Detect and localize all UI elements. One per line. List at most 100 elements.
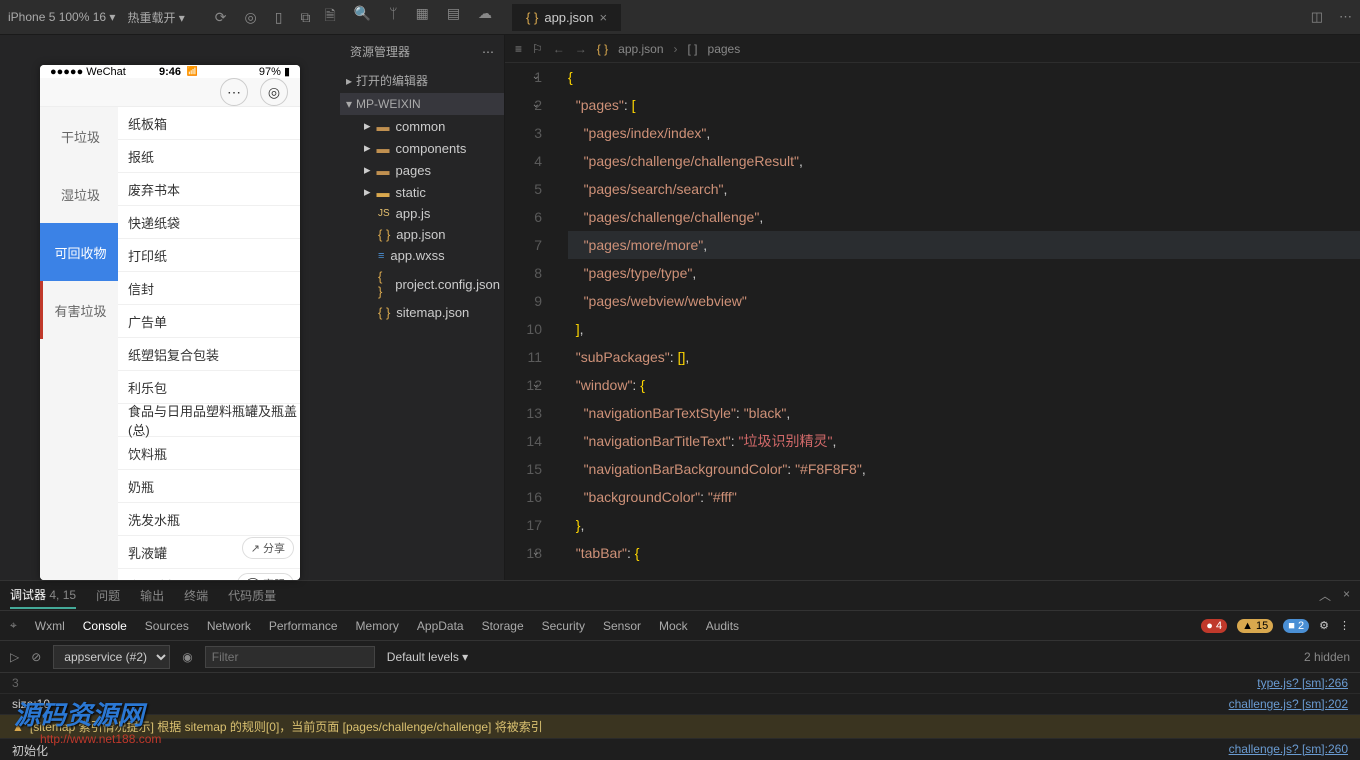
devtools-tab[interactable]: Wxml [35, 619, 65, 633]
device-selector[interactable]: iPhone 5 100% 16 ▾ [8, 10, 115, 24]
clear-icon[interactable]: ⊘ [31, 650, 41, 664]
editor-tab[interactable]: { } app.json × [512, 4, 622, 31]
list-item[interactable]: 食品与日用品塑料瓶罐及瓶盖(总) [118, 404, 300, 437]
debug-panel: 调试器 4, 15 问题 输出 终端 代码质量 ︿ × ⌖ Wxml Conso… [0, 580, 1360, 760]
bookmark-icon[interactable]: ⚐ [532, 42, 543, 56]
refresh-icon[interactable]: ⟳ [215, 9, 227, 26]
watermark-url: http://www.net188.com [40, 732, 161, 746]
devtools-tab[interactable]: Memory [356, 619, 399, 633]
error-badge[interactable]: ● 4 [1201, 619, 1227, 633]
capsule-close-icon[interactable]: ◎ [260, 78, 288, 106]
list-item[interactable]: 报纸 [118, 140, 300, 173]
folder-item[interactable]: ▸ ▬ common [344, 115, 504, 137]
inspect-icon[interactable]: ⌖ [10, 618, 17, 633]
devtools-tab[interactable]: Performance [269, 619, 338, 633]
cloud-icon[interactable]: ☁ [478, 5, 492, 29]
capsule-menu-icon[interactable]: ⋯ [220, 78, 248, 106]
file-item[interactable]: { } project.config.json [344, 266, 504, 302]
panel-icon[interactable]: ▤ [447, 5, 460, 29]
layout-icon[interactable]: ◫ [1311, 9, 1323, 25]
item-list[interactable]: 纸板箱 报纸 废弃书本 快递纸袋 打印纸 信封 广告单 纸塑铝复合包装 利乐包 … [118, 107, 300, 580]
debug-tab-terminal[interactable]: 终端 [184, 583, 208, 608]
debug-tab-output[interactable]: 输出 [140, 583, 164, 608]
eye-icon[interactable]: ◉ [182, 650, 192, 664]
list-item[interactable]: 废弃书本 [118, 173, 300, 206]
file-item[interactable]: ≡ app.wxss [344, 245, 504, 266]
json-icon: { } [378, 227, 390, 242]
file-explorer: 资源管理器 ⋯ ▸ 打开的编辑器 ▾ MP-WEIXIN ▸ ▬ common … [340, 35, 505, 580]
folder-item[interactable]: ▸ ▬ components [344, 137, 504, 159]
chevron-up-icon[interactable]: ︿ [1319, 587, 1331, 604]
debug-tab-problems[interactable]: 问题 [96, 583, 120, 608]
info-badge[interactable]: ■ 2 [1283, 619, 1309, 633]
json-icon: { } [597, 42, 608, 56]
js-icon: JS [378, 208, 390, 219]
more-icon[interactable]: ⋮ [1339, 619, 1350, 632]
file-item[interactable]: { } app.json [344, 224, 504, 245]
list-item[interactable]: 快递纸袋 [118, 206, 300, 239]
devtools-tab[interactable]: AppData [417, 619, 464, 633]
workspace-section[interactable]: ▾ MP-WEIXIN [340, 93, 504, 115]
file-item[interactable]: { } sitemap.json [344, 302, 504, 323]
list-item[interactable]: 纸塑铝复合包装 [118, 338, 300, 371]
category-item-active[interactable]: 可回收物 [40, 223, 118, 281]
folder-icon: ▬ [377, 119, 390, 134]
target-icon[interactable]: ◎ [245, 9, 257, 26]
connection-toggle[interactable]: 热重载开 ▾ [127, 9, 184, 26]
code-editor: ≡ ⚐ ← → { } app.json › [ ] pages 1⌄2⌄345… [505, 35, 1360, 580]
forward-icon[interactable]: → [575, 42, 587, 56]
folder-item[interactable]: ▸ ▬ static [344, 181, 504, 203]
devtools-tab[interactable]: Network [207, 619, 251, 633]
more-icon[interactable]: ⋯ [1339, 9, 1352, 25]
debug-tab-debugger[interactable]: 调试器 4, 15 [10, 582, 76, 609]
list-item[interactable]: 广告单 [118, 305, 300, 338]
context-selector[interactable]: appservice (#2) [53, 645, 170, 669]
close-icon[interactable]: × [600, 10, 608, 25]
devtools-tab[interactable]: Sources [145, 619, 189, 633]
grid-icon[interactable]: ▦ [416, 5, 429, 29]
share-float-button[interactable]: ↗ 分享 [242, 537, 294, 559]
list-item[interactable]: 洗发水瓶 [118, 503, 300, 536]
list-item[interactable]: 信封 [118, 272, 300, 305]
breadcrumb-file[interactable]: app.json [618, 42, 663, 56]
devtools-tab[interactable]: Mock [659, 619, 688, 633]
file-item[interactable]: JS app.js [344, 203, 504, 224]
device-icon[interactable]: ▯ [275, 9, 283, 26]
devtools-tab[interactable]: Sensor [603, 619, 641, 633]
list-item[interactable]: 利乐包 [118, 371, 300, 404]
list-item[interactable]: 奶瓶 [118, 470, 300, 503]
console-output[interactable]: 3 type.js? [sm]:266size:10challenge.js? … [0, 673, 1360, 760]
filter-input[interactable] [205, 646, 375, 668]
status-time: 9:46 [159, 66, 181, 78]
devtools-tab[interactable]: Audits [706, 619, 739, 633]
breadcrumb-path[interactable]: pages [708, 42, 741, 56]
back-icon[interactable]: ← [553, 42, 565, 56]
play-icon[interactable]: ▷ [10, 650, 19, 664]
search-icon[interactable]: 🔍 [354, 5, 371, 29]
hidden-count[interactable]: 2 hidden [1304, 650, 1350, 664]
category-item[interactable]: 干垃圾 [40, 107, 118, 165]
clipboard-icon[interactable]: 🗎 [324, 5, 335, 29]
open-editors-section[interactable]: ▸ 打开的编辑器 [340, 68, 504, 93]
branch-icon[interactable]: ᛘ [389, 5, 397, 29]
levels-selector[interactable]: Default levels ▾ [387, 650, 468, 664]
category-item[interactable]: 有害垃圾 [40, 281, 118, 339]
devtools-tab[interactable]: Security [542, 619, 585, 633]
more-icon[interactable]: ⋯ [482, 45, 494, 59]
list-item[interactable]: 饮料瓶 [118, 437, 300, 470]
copy-icon[interactable]: ⧉ [300, 9, 310, 26]
list-item[interactable]: 纸板箱 [118, 107, 300, 140]
close-icon[interactable]: × [1343, 587, 1350, 604]
menu-icon[interactable]: ≡ [515, 42, 522, 56]
warn-badge[interactable]: ▲ 15 [1237, 619, 1273, 633]
service-float-button[interactable]: 💬 客服 [237, 573, 294, 580]
list-item[interactable]: 打印纸 [118, 239, 300, 272]
gear-icon[interactable]: ⚙ [1319, 619, 1329, 632]
category-item[interactable]: 湿垃圾 [40, 165, 118, 223]
folder-item[interactable]: ▸ ▬ pages [344, 159, 504, 181]
code-content[interactable]: 1⌄2⌄3456789101112⌄131415161718⌄ { "pages… [505, 63, 1360, 580]
debug-tab-quality[interactable]: 代码质量 [228, 583, 276, 608]
devtools-tab-console[interactable]: Console [83, 619, 127, 633]
breadcrumb[interactable]: ≡ ⚐ ← → { } app.json › [ ] pages [505, 35, 1360, 63]
devtools-tab[interactable]: Storage [482, 619, 524, 633]
